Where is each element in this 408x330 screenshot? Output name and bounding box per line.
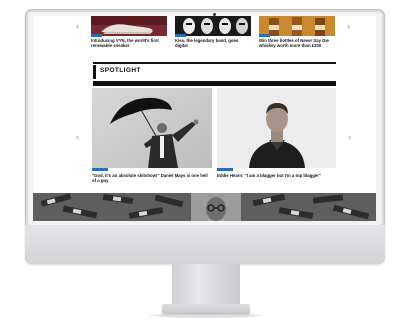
promo-banner-image [33,193,376,221]
category-tag [91,34,102,37]
category-tag [92,168,108,171]
section-divider [93,62,336,64]
carousel-next-arrow-icon[interactable]: › [347,22,350,31]
spotlight-prev-arrow-icon[interactable]: ‹ [76,133,79,142]
section-underline [93,81,336,86]
article-title: Introducing VYN, the world's first renew… [91,38,159,48]
monitor-chin [25,225,385,264]
feature-image-eddie-hearn [217,88,336,168]
stand-shadow [150,313,262,318]
category-tag [259,34,270,37]
feature-image-umbrella-man [92,88,212,168]
article-card-whiskey[interactable]: Win three bottles of Never Say Die whisk… [259,16,335,54]
article-title: Win three bottles of Never Say Die whisk… [259,38,329,48]
website-screen: ‹ › Introducing VYN, the world's first r… [33,16,376,221]
article-thumbnail-sneaker [91,16,167,36]
article-card-vyn[interactable]: Introducing VYN, the world's first renew… [91,16,167,54]
category-tag [175,34,186,37]
article-title: Kiss, the legendary band, goes digital [175,38,239,48]
section-title: SPOTLIGHT [100,67,141,74]
category-tag [217,168,233,171]
carousel-prev-arrow-icon[interactable]: ‹ [76,22,79,31]
section-accent-bar [93,65,96,79]
feature-title: Eddie Hearn: "I am a blagger but I'm a t… [217,173,321,178]
article-thumbnail-kiss [175,16,251,36]
article-card-kiss[interactable]: Kiss, the legendary band, goes digital [175,16,251,54]
article-thumbnail-whiskey [259,16,335,36]
spotlight-next-arrow-icon[interactable]: › [348,133,351,142]
feature-title: "God, it's an absolute shitshow!" Daniel… [92,173,208,184]
monitor-stand [172,264,240,306]
